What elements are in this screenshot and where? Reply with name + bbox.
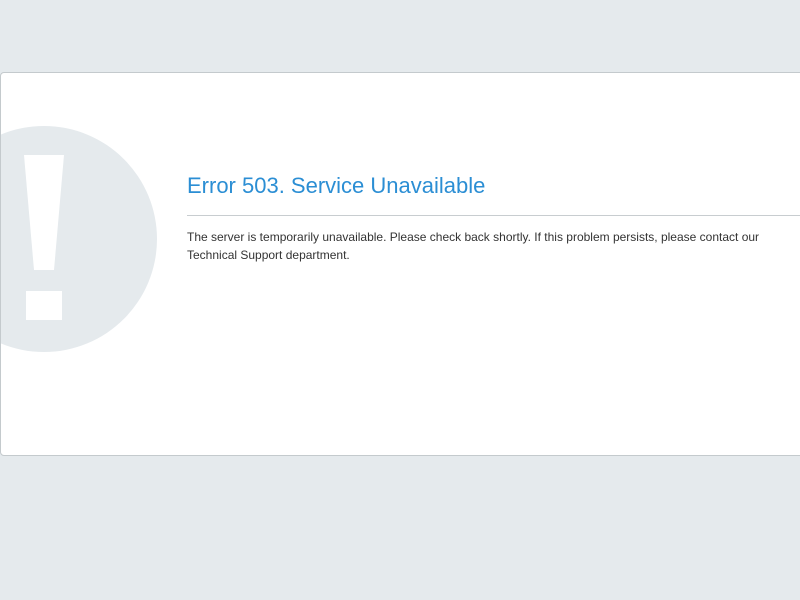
divider xyxy=(187,215,800,216)
error-message: The server is temporarily unavailable. P… xyxy=(187,230,760,262)
exclamation-icon xyxy=(1,125,158,353)
error-panel: Error 503. Service Unavailable The serve… xyxy=(0,72,800,456)
error-title: Error 503. Service Unavailable xyxy=(187,173,486,198)
